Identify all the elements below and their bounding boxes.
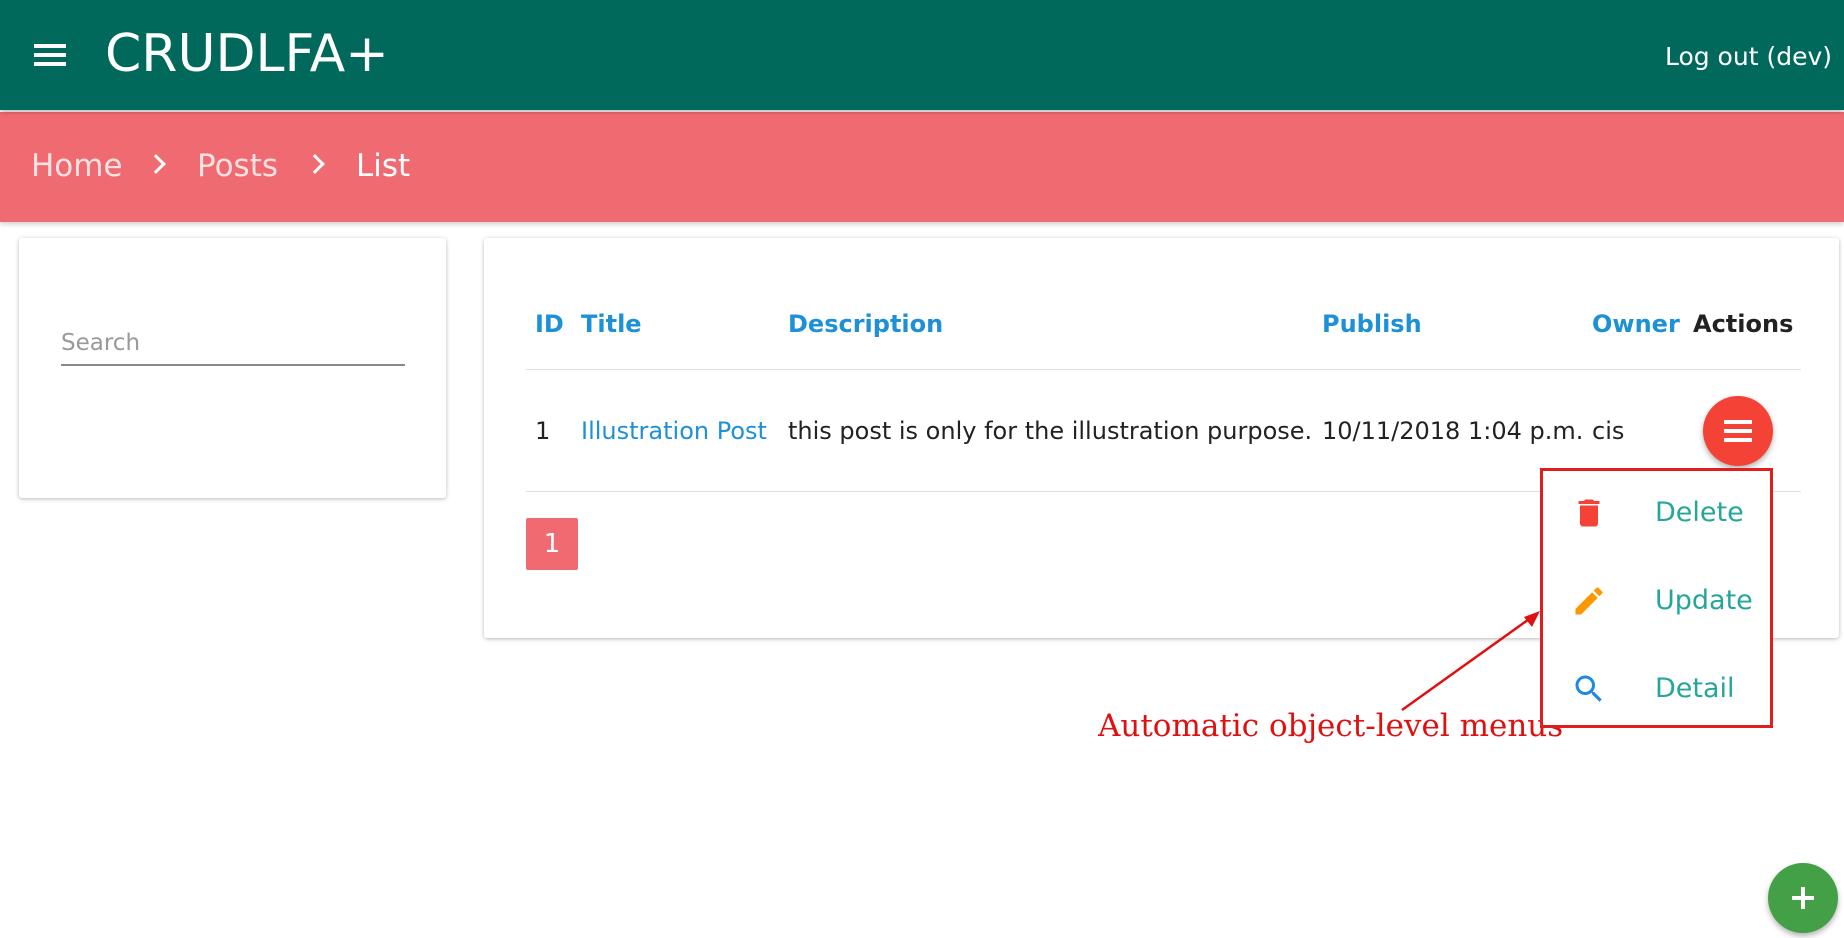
chevron-right-icon: [305, 154, 325, 174]
cell-title-link[interactable]: Illustration Post: [581, 417, 767, 445]
breadcrumb-home[interactable]: Home: [31, 148, 123, 184]
annotation-arrow: [1401, 611, 1540, 712]
pencil-icon: [1575, 587, 1603, 615]
logout-link[interactable]: Log out (dev): [1665, 42, 1832, 71]
breadcrumb: Home Posts List: [0, 112, 1844, 222]
add-button[interactable]: [1768, 863, 1838, 933]
menu-item-label: Detail: [1655, 673, 1735, 704]
row-actions-button[interactable]: [1703, 396, 1773, 466]
top-app-bar: CRUDLFA+ Log out (dev): [0, 0, 1844, 110]
column-header-actions: Actions: [1693, 310, 1794, 338]
app-title: CRUDLFA+: [105, 24, 389, 84]
hamburger-menu-icon[interactable]: [34, 40, 72, 70]
column-header-description[interactable]: Description: [788, 310, 943, 338]
breadcrumb-posts[interactable]: Posts: [197, 148, 278, 184]
pagination-page-button[interactable]: 1: [526, 518, 578, 570]
menu-item-detail[interactable]: Detail: [1543, 649, 1770, 729]
column-header-title[interactable]: Title: [581, 310, 642, 338]
cell-description: this post is only for the illustration p…: [788, 417, 1313, 445]
menu-item-update[interactable]: Update: [1543, 561, 1770, 641]
trash-icon: [1578, 499, 1600, 527]
cell-publish: 10/11/2018 1:04 p.m.: [1322, 417, 1584, 445]
menu-item-label: Update: [1655, 585, 1753, 616]
cell-owner: cis: [1592, 417, 1625, 445]
annotation-text: Automatic object-level menus: [1098, 708, 1564, 744]
object-actions-menu: Delete Update Detail: [1540, 468, 1773, 728]
menu-item-delete[interactable]: Delete: [1543, 473, 1770, 553]
column-header-id[interactable]: ID: [535, 310, 564, 338]
breadcrumb-list: List: [356, 148, 411, 184]
column-header-owner[interactable]: Owner: [1592, 310, 1680, 338]
column-header-publish[interactable]: Publish: [1322, 310, 1422, 338]
menu-item-label: Delete: [1655, 497, 1744, 528]
table-divider: [526, 369, 1801, 370]
search-icon: [1575, 675, 1602, 702]
chevron-right-icon: [146, 154, 166, 174]
cell-id: 1: [535, 417, 551, 445]
search-card: [19, 238, 446, 498]
search-input[interactable]: [61, 326, 405, 366]
